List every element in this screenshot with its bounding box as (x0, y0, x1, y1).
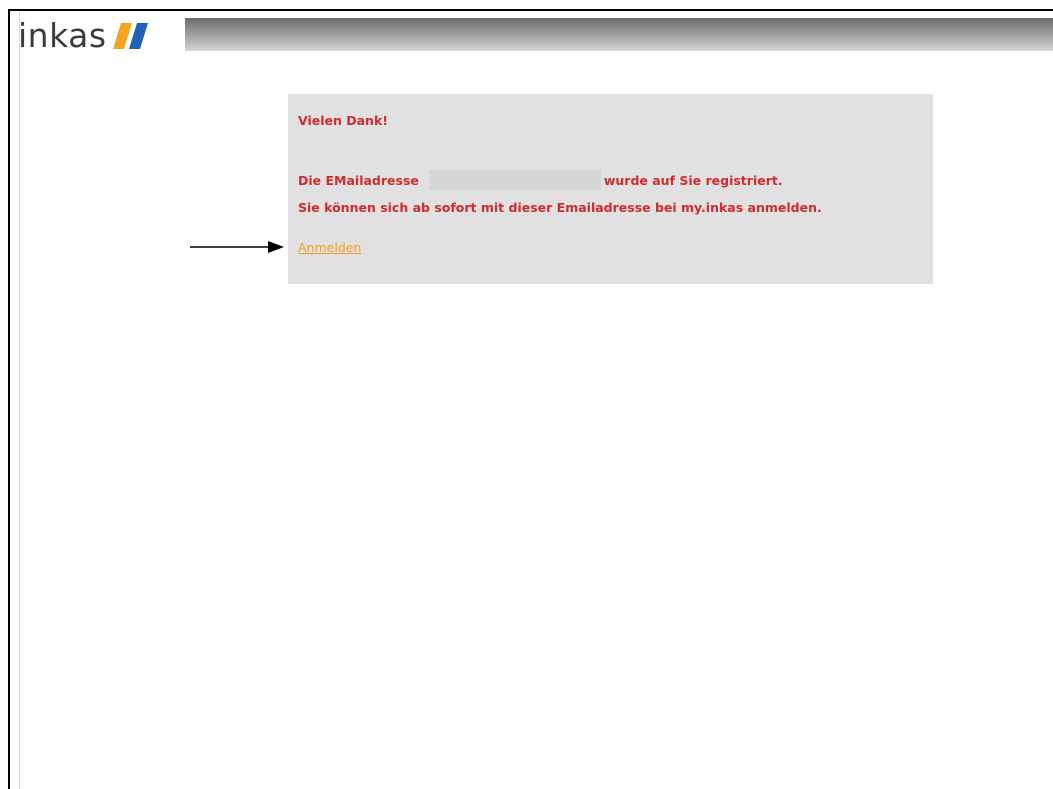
email-prefix-text: Die EMailadresse (298, 172, 419, 188)
login-info-message: Sie können sich ab sofort mit dieser Ema… (298, 200, 822, 215)
pointer-arrow-icon (190, 241, 284, 253)
header-gradient-bar (185, 18, 1053, 51)
redacted-email-address (428, 170, 601, 190)
confirmation-panel: Vielen Dank! Die EMailadresse wurde auf … (288, 94, 933, 284)
thank-you-heading: Vielen Dank! (298, 113, 388, 128)
inkas-logo[interactable]: inkas (18, 13, 155, 57)
login-link[interactable]: Anmelden (298, 240, 361, 255)
email-suffix-text: wurde auf Sie registriert. (603, 172, 783, 188)
page-frame: inkas Vielen Dank! Die EMailadresse wurd… (8, 9, 1053, 789)
left-rule (19, 11, 20, 789)
email-registered-message: Die EMailadresse wurde auf Sie registrie… (298, 170, 783, 190)
logo-slashes-icon (112, 23, 148, 49)
header: inkas (10, 11, 1053, 59)
logo-text: inkas (18, 15, 107, 55)
